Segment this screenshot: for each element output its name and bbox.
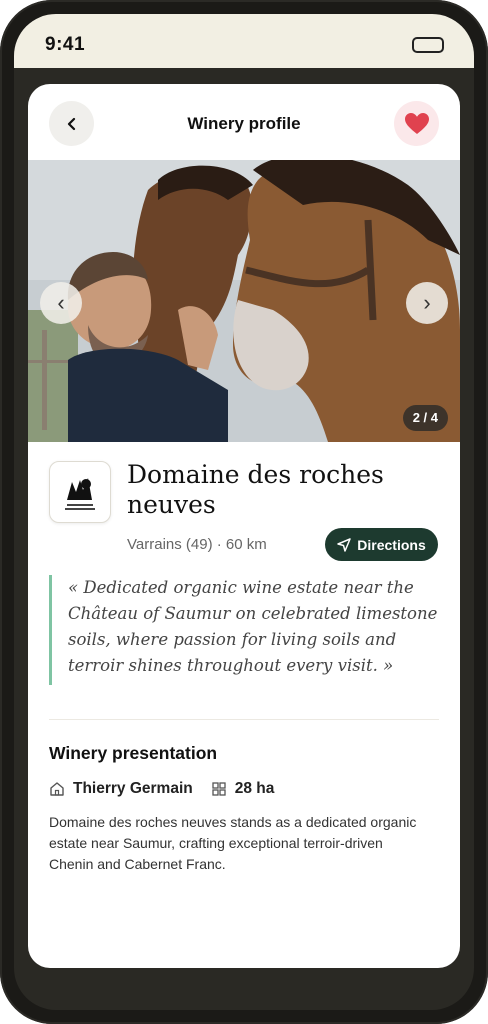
home-icon xyxy=(50,782,64,796)
battery-icon xyxy=(412,37,444,53)
gallery-next-button[interactable]: › xyxy=(406,282,448,324)
vineyard-area: 28 ha xyxy=(234,780,275,797)
winery-quote: « Dedicated organic wine estate near the… xyxy=(49,575,448,685)
directions-button[interactable]: Directions xyxy=(325,528,438,561)
phone-frame: 9:41 Winery profile ‹ › 2 / 4 Domaine de… xyxy=(0,0,488,1024)
gallery-photo xyxy=(28,160,460,442)
status-bar: 9:41 xyxy=(14,14,474,68)
gallery-prev-button[interactable]: ‹ xyxy=(40,282,82,324)
winery-name: Domaine des roches neuves xyxy=(127,460,384,519)
presentation-title: Winery presentation xyxy=(49,743,218,763)
section-divider xyxy=(49,719,439,720)
winery-description: Domaine des roches neuves stands as a de… xyxy=(49,814,417,872)
winery-profile-card: Winery profile ‹ › 2 / 4 Domaine des roc… xyxy=(28,84,460,968)
gallery-counter: 2 / 4 xyxy=(402,405,448,431)
winery-logo xyxy=(49,461,111,523)
directions-label: Directions xyxy=(357,536,426,553)
winery-logo-graphic xyxy=(65,478,95,510)
top-bar: Winery profile xyxy=(28,84,460,160)
navigation-arrow-icon xyxy=(337,537,352,552)
area-fact: 28 ha xyxy=(211,780,275,798)
photo-gallery[interactable]: ‹ › 2 / 4 xyxy=(28,160,460,442)
winery-facts: Thierry Germain 28 ha xyxy=(49,779,292,799)
heart-icon xyxy=(404,112,429,134)
owner-fact: Thierry Germain xyxy=(49,780,193,798)
favorite-button[interactable] xyxy=(394,101,439,146)
status-time: 9:41 xyxy=(45,34,86,55)
winery-location: Varrains (49) · 60 km xyxy=(127,536,267,553)
owner-name: Thierry Germain xyxy=(73,780,193,797)
grid-icon xyxy=(212,782,226,796)
